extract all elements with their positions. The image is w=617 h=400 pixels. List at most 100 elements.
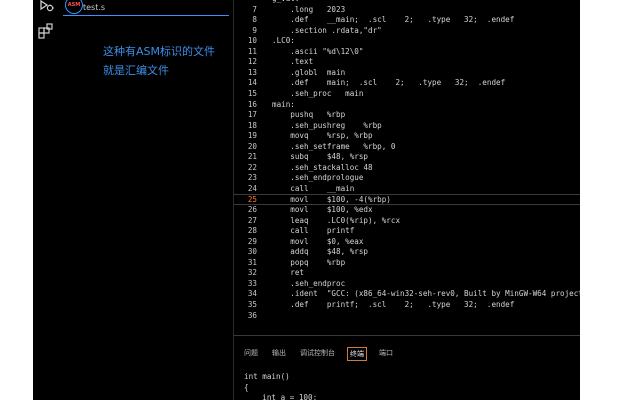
line-number: 24	[247, 183, 257, 193]
line-text: .seh_endprologue	[272, 173, 364, 183]
line-text: .section .rdata,"dr"	[272, 25, 382, 35]
code-line[interactable]: 27 leaq .LC0(%rip), %rcx	[234, 216, 580, 227]
code-line[interactable]: 15 .seh_proc main	[234, 89, 580, 100]
line-text: .def printf; .scl 2; .type 32; .endef	[272, 299, 515, 309]
code-line[interactable]: 7 .long 2023	[234, 5, 580, 16]
panel-tab[interactable]: 端口	[377, 347, 395, 361]
line-number: 27	[247, 215, 257, 225]
line-number: 7	[252, 4, 257, 14]
line-text: .LC0:	[272, 36, 295, 46]
annotation-text: 这种有ASM标识的文件就是汇编文件	[103, 45, 215, 77]
line-number: 12	[247, 57, 257, 67]
file-name-label: test.s	[83, 3, 106, 12]
line-number: 21	[247, 152, 257, 162]
code-editor[interactable]: g_val:7 .long 20238 .def __main; .scl 2;…	[234, 0, 580, 335]
line-text: .text	[272, 57, 314, 67]
terminal-line: int main()	[244, 372, 290, 381]
line-number: 26	[247, 205, 257, 214]
line-text: .seh_endproc	[272, 278, 346, 288]
code-line[interactable]: 35 .def printf; .scl 2; .type 32; .endef	[234, 300, 580, 311]
code-line[interactable]: 21 subq $48, %rsp	[234, 152, 580, 163]
line-text: .seh_proc main	[272, 88, 364, 98]
line-number: 33	[247, 278, 257, 288]
code-line[interactable]: 8 .def __main; .scl 2; .type 32; .endef	[234, 15, 580, 26]
line-text: .ascii "%d\12\0"	[272, 46, 364, 56]
line-text: .seh_stackalloc 48	[272, 162, 373, 172]
explorer-sidebar: ASM test.s 这种有ASM标识的文件就是汇编文件	[59, 0, 234, 400]
line-text: addq $48, %rsp	[272, 247, 369, 257]
line-number: 30	[247, 247, 257, 257]
code-line[interactable]: 26 movl $100, %edx	[234, 205, 580, 216]
code-line[interactable]: 17 pushq %rbp	[234, 110, 580, 121]
code-line[interactable]: 36	[234, 311, 580, 322]
vscode-window: ASM test.s 这种有ASM标识的文件就是汇编文件 g_val: 7 .lo…	[33, 0, 580, 400]
line-number: 13	[247, 67, 257, 77]
line-text: pushq %rbp	[272, 110, 346, 120]
terminal-line: int a = 100;	[244, 393, 318, 400]
code-line[interactable]: 32 ret	[234, 268, 580, 279]
code-line[interactable]: 25 movl $100, -4(%rbp)	[234, 194, 580, 205]
line-text: .def __main; .scl 2; .type 32; .endef	[272, 15, 515, 25]
line-number: 10	[247, 36, 257, 46]
code-line[interactable]: 16 main:	[234, 100, 580, 111]
line-number: 32	[247, 268, 257, 278]
code-line[interactable]: 24 call __main	[234, 184, 580, 195]
file-entry-test-s[interactable]: ASM test.s	[63, 0, 229, 18]
line-text: .seh_pushreg %rbp	[272, 120, 382, 130]
extensions-icon[interactable]	[37, 22, 55, 40]
line-number: 31	[247, 257, 257, 267]
bottom-panel: 问题 输出 调试控制台 终端 端口 int main(){ int a = 100;	[234, 335, 580, 400]
line-text: movq %rsp, %rbp	[272, 131, 373, 141]
line-text: movl $100, %edx	[272, 205, 373, 214]
code-line[interactable]: 23 .seh_endprologue	[234, 173, 580, 184]
line-text: movl $100, -4(%rbp)	[272, 195, 391, 205]
line-number: 15	[247, 88, 257, 98]
panel-tab[interactable]: 输出	[270, 347, 288, 361]
line-number: 36	[247, 310, 257, 320]
code-line[interactable]: 29 movl $0, %eax	[234, 237, 580, 248]
line-number: 18	[247, 120, 257, 130]
line-number: 17	[247, 110, 257, 120]
line-number: 22	[247, 162, 257, 172]
line-number: 34	[247, 289, 257, 299]
code-line[interactable]: 19 movq %rsp, %rbp	[234, 131, 580, 142]
line-number: 14	[247, 78, 257, 88]
panel-tab[interactable]: 调试控制台	[298, 347, 337, 361]
code-line[interactable]: 34 .ident "GCC: (x86_64-win32-seh-rev0, …	[234, 289, 580, 300]
line-text: call printf	[272, 226, 355, 236]
line-number: 20	[247, 141, 257, 151]
code-line[interactable]: 12 .text	[234, 57, 580, 68]
line-number: 28	[247, 226, 257, 236]
code-line[interactable]: 11 .ascii "%d\12\0"	[234, 47, 580, 58]
code-line[interactable]: 22 .seh_stackalloc 48	[234, 163, 580, 174]
code-line[interactable]: 9 .section .rdata,"dr"	[234, 26, 580, 37]
line-text: main:	[272, 99, 295, 109]
line-number: 29	[247, 236, 257, 246]
code-line[interactable]: 28 call printf	[234, 226, 580, 237]
line-number: 16	[247, 99, 257, 109]
line-text: ret	[272, 268, 305, 278]
code-line[interactable]: 20 .seh_setframe %rbp, 0	[234, 142, 580, 153]
line-text: .ident "GCC: (x86_64-win32-seh-rev0, Bui…	[290, 289, 580, 299]
code-line[interactable]: 18 .seh_pushreg %rbp	[234, 121, 580, 132]
code-line[interactable]: 14 .def main; .scl 2; .type 32; .endef	[234, 78, 580, 89]
code-line[interactable]: 13 .globl main	[234, 68, 580, 79]
terminal-line: {	[244, 382, 249, 392]
panel-tab[interactable]: 终端	[347, 347, 367, 361]
line-text: leaq .LC0(%rip), %rcx	[272, 215, 401, 225]
terminal-output[interactable]: int main(){ int a = 100;	[244, 372, 574, 400]
line-text: .globl main	[272, 67, 346, 77]
run-debug-icon[interactable]	[37, 0, 55, 14]
line-text: popq %rbp	[272, 257, 346, 267]
line-text: subq $48, %rsp	[272, 152, 369, 162]
line-number: 8	[252, 15, 257, 25]
line-number: 11	[247, 46, 257, 56]
code-line[interactable]: 10 .LC0:	[234, 36, 580, 47]
code-line[interactable]: 31 popq %rbp	[234, 258, 580, 269]
activity-bar	[33, 0, 59, 400]
line-number: 19	[247, 131, 257, 141]
panel-tab[interactable]: 问题	[242, 347, 260, 361]
code-line[interactable]: 33 .seh_endproc	[234, 279, 580, 290]
code-line[interactable]: 30 addq $48, %rsp	[234, 247, 580, 258]
line-text: .long 2023	[272, 4, 346, 14]
